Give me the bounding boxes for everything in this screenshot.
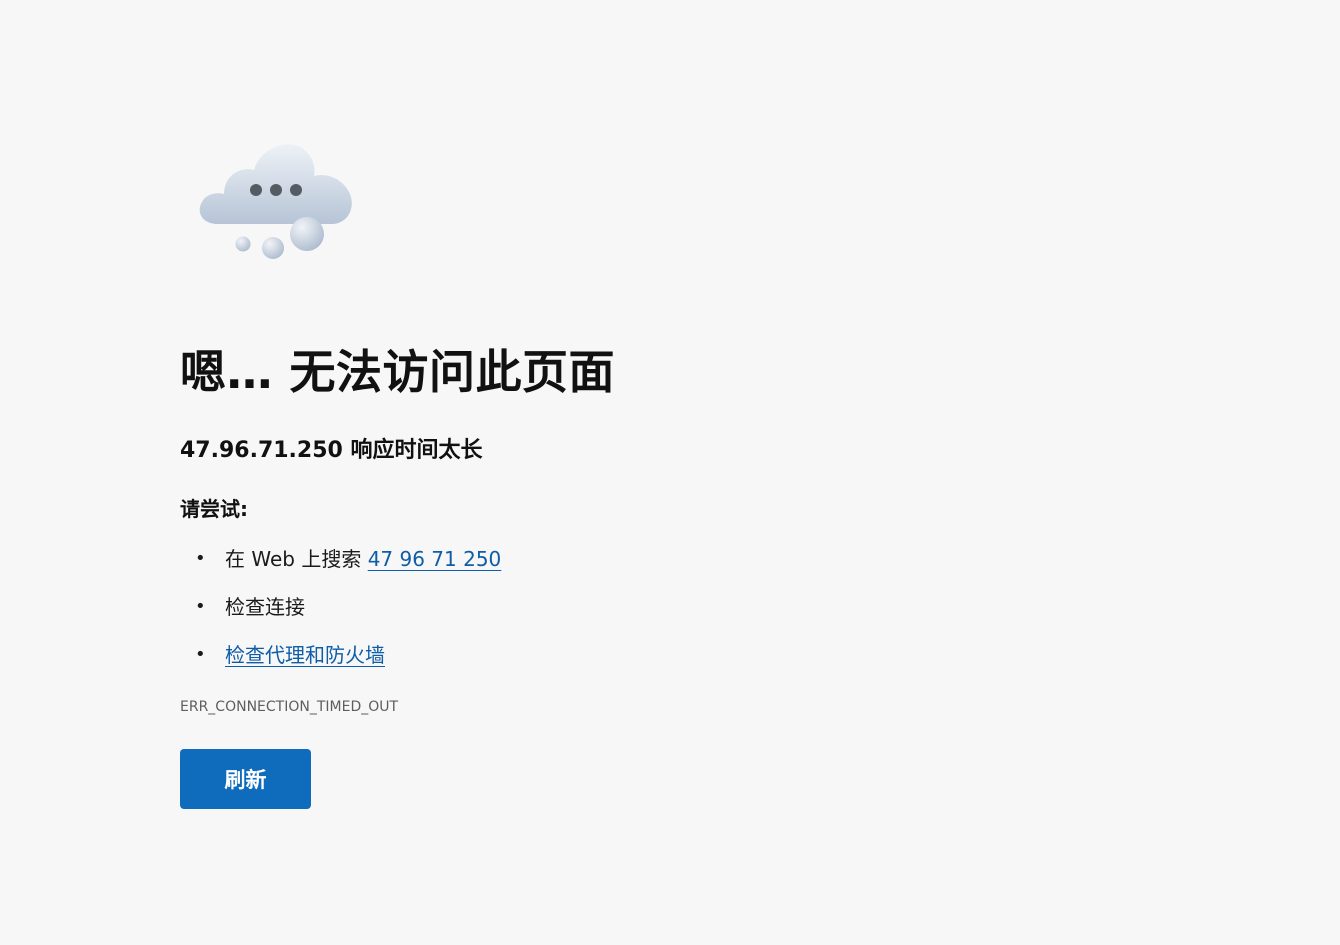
bullet-icon: •	[195, 644, 206, 665]
suggestion-list: • 在 Web 上搜索 47 96 71 250 • 检查连接 • 检查代理和防…	[180, 540, 501, 684]
refresh-button[interactable]: 刷新	[180, 749, 311, 809]
try-label: 请尝试:	[180, 497, 248, 521]
suggestion-check-connection: • 检查连接	[180, 588, 501, 636]
bullet-icon: •	[195, 596, 206, 617]
error-subtitle: 47.96.71.250 响应时间太长	[180, 438, 483, 463]
suggestion-search-web: • 在 Web 上搜索 47 96 71 250	[180, 540, 501, 588]
suggestion-search-prefix: 在 Web 上搜索	[225, 547, 368, 571]
bullet-icon: •	[195, 548, 206, 569]
page-title: 嗯… 无法访问此页面	[180, 345, 616, 399]
check-proxy-firewall-link[interactable]: 检查代理和防火墙	[225, 643, 385, 667]
suggestion-check-connection-text: 检查连接	[225, 595, 305, 619]
error-page: 嗯… 无法访问此页面 47.96.71.250 响应时间太长 请尝试: • 在 …	[0, 0, 1340, 945]
error-code: ERR_CONNECTION_TIMED_OUT	[180, 699, 399, 715]
cloud-thinking-icon	[196, 138, 356, 262]
search-web-link[interactable]: 47 96 71 250	[368, 547, 502, 571]
suggestion-check-proxy: • 检查代理和防火墙	[180, 636, 501, 684]
